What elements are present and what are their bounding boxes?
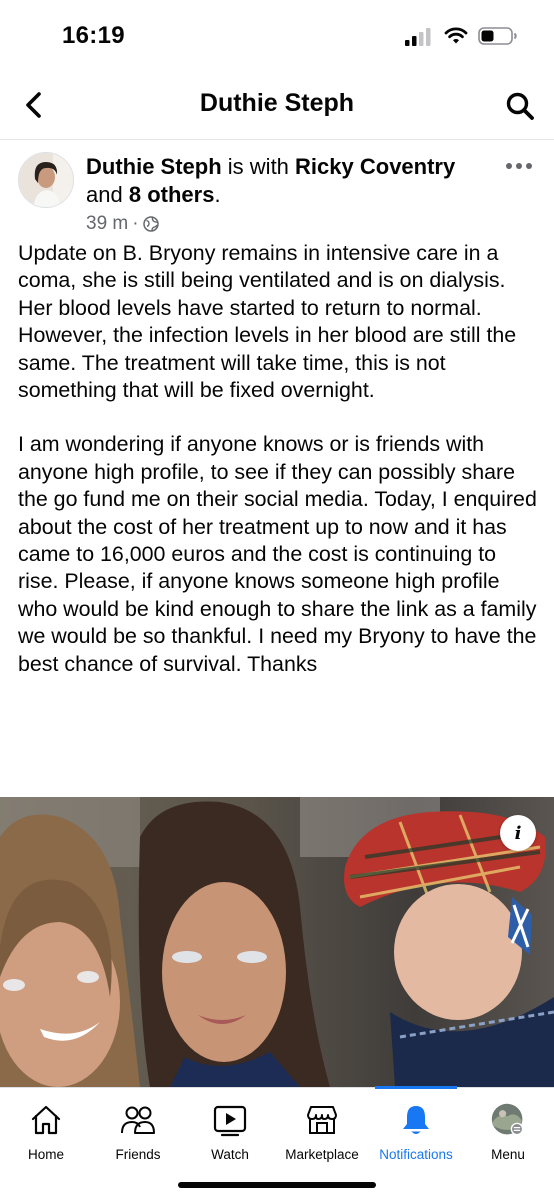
globe-icon [142, 216, 159, 232]
watch-icon [213, 1105, 247, 1137]
post-paragraph: Update on B. Bryony remains in intensive… [18, 241, 517, 403]
selfie-photo-image [0, 797, 554, 1087]
tab-friends[interactable]: Friends [92, 1088, 184, 1168]
and-text: and [86, 182, 123, 207]
post-paragraph: I am wondering if anyone knows or is fri… [18, 432, 537, 676]
profile-photo [19, 153, 73, 207]
wifi-icon [444, 27, 468, 44]
post-author-line: Duthie Steph is with Ricky Coventry and … [86, 153, 486, 209]
with-text: is with [227, 154, 289, 179]
bottom-tab-bar: Home Friends Watch Marketplace Notificat… [0, 1086, 554, 1200]
tab-home[interactable]: Home [0, 1088, 92, 1168]
info-button[interactable]: i [500, 815, 536, 851]
status-time: 16:19 [62, 22, 125, 49]
tab-watch[interactable]: Watch [184, 1088, 276, 1168]
friends-icon [121, 1106, 155, 1134]
post-meta: 39 m · [86, 213, 159, 235]
cellular-signal-icon [405, 28, 431, 46]
dot-icon [506, 163, 512, 169]
bell-icon [403, 1106, 429, 1134]
period-text: . [214, 182, 221, 207]
tab-label: Menu [491, 1147, 525, 1162]
tab-label: Watch [211, 1147, 249, 1162]
tab-label: Home [27, 1147, 64, 1162]
tab-menu[interactable]: Menu [462, 1088, 554, 1168]
post-header: Duthie Steph is with Ricky Coventry and … [0, 140, 554, 238]
meta-separator: · [132, 213, 139, 234]
search-icon [506, 92, 534, 120]
marketplace-icon [307, 1106, 337, 1134]
author-avatar[interactable] [18, 152, 74, 208]
search-button[interactable] [502, 88, 538, 124]
home-icon [31, 1105, 61, 1135]
post-timestamp[interactable]: 39 m [86, 213, 128, 235]
tab-marketplace[interactable]: Marketplace [276, 1088, 368, 1168]
status-bar: 16:19 [0, 0, 554, 70]
post-body: Update on B. Bryony remains in intensive… [18, 240, 542, 678]
page-title: Duthie Steph [199, 89, 355, 117]
dot-icon [526, 163, 532, 169]
tab-label: Friends [115, 1147, 161, 1162]
tagged-person-link[interactable]: Ricky Coventry [295, 154, 455, 179]
tab-notifications[interactable]: Notifications [370, 1088, 462, 1168]
menu-avatar-icon [491, 1103, 524, 1136]
author-name-link[interactable]: Duthie Steph [86, 154, 222, 179]
tab-label: Notifications [379, 1147, 453, 1162]
post-photo[interactable]: i [0, 797, 554, 1087]
home-indicator [178, 1182, 376, 1188]
others-link[interactable]: 8 others [129, 182, 215, 207]
nav-bar: Duthie Steph [0, 70, 554, 140]
post-options-button[interactable] [506, 158, 536, 174]
dot-icon [516, 163, 522, 169]
tab-label: Marketplace [285, 1147, 359, 1162]
battery-icon [478, 27, 517, 45]
